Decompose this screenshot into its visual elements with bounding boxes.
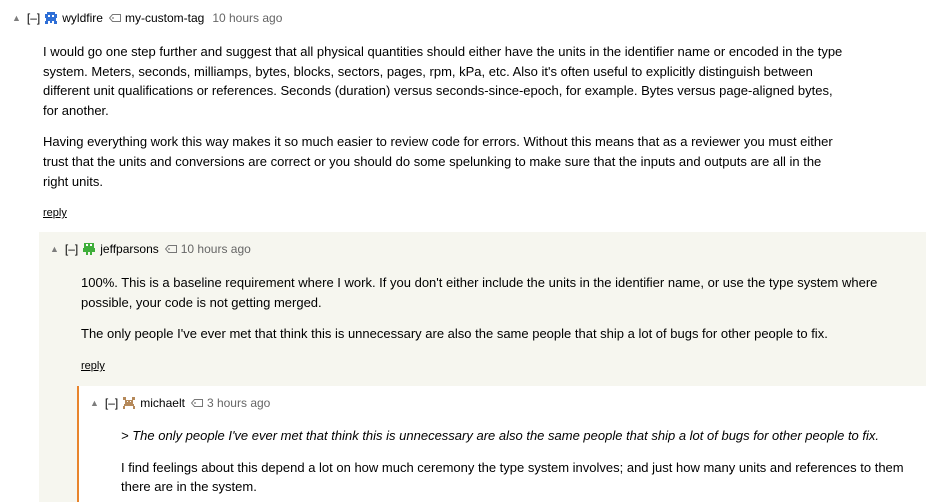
username[interactable]: wyldfire	[62, 11, 103, 25]
comment-header: ▲ [–] michaelt 3 hours ago	[90, 395, 270, 411]
comment-paragraph: Having everything work this way makes it…	[43, 134, 833, 189]
collapse-toggle[interactable]: [–]	[65, 241, 78, 257]
comment-paragraph: I would go one step further and suggest …	[43, 44, 843, 118]
comment-age[interactable]: 10 hours ago	[181, 242, 251, 256]
comment-age[interactable]: 10 hours ago	[212, 11, 282, 25]
comment-body: 100%. This is a baseline requirement whe…	[81, 273, 891, 344]
user-tag[interactable]: my-custom-tag	[125, 11, 204, 25]
tag-icon	[190, 399, 203, 407]
reply-link[interactable]: reply	[81, 360, 105, 372]
comment-age[interactable]: 3 hours ago	[207, 396, 270, 410]
collapse-toggle[interactable]: [–]	[105, 395, 118, 411]
reply-link[interactable]: reply	[43, 207, 67, 219]
collapse-toggle[interactable]: [–]	[27, 10, 40, 26]
username[interactable]: jeffparsons	[100, 242, 158, 256]
comment-quote: > The only people I've ever met that thi…	[121, 428, 880, 443]
green-robot-avatar-icon	[83, 243, 96, 255]
comment-michaelt: ▲ [–] michaelt 3 hours ago > The only pe	[77, 386, 926, 502]
comment-header: ▲ [–] wyldfire my-custom-tag 10 hours ag…	[12, 10, 282, 26]
tag-icon	[108, 14, 121, 22]
comment-paragraph: I find feelings about this depend a lot …	[121, 459, 904, 495]
comment-header: ▲ [–] jeffparsons 10 hours ago	[50, 241, 251, 257]
brown-creature-avatar-icon	[123, 397, 136, 409]
comment-body: > The only people I've ever met that thi…	[121, 426, 921, 497]
comment-wyldfire: ▲ [–] wyldfire my-custom-tag 10 hours ag…	[0, 0, 926, 232]
comment-body: I would go one step further and suggest …	[43, 42, 848, 191]
upvote-icon[interactable]: ▲	[50, 241, 59, 257]
username[interactable]: michaelt	[140, 396, 185, 410]
comment-paragraph: 100%. This is a baseline requirement whe…	[81, 275, 878, 310]
blue-invader-avatar-icon	[45, 12, 58, 24]
comment-paragraph: The only people I've ever met that think…	[81, 326, 828, 342]
upvote-icon[interactable]: ▲	[90, 395, 99, 411]
tag-icon	[164, 245, 177, 253]
upvote-icon[interactable]: ▲	[12, 10, 21, 26]
